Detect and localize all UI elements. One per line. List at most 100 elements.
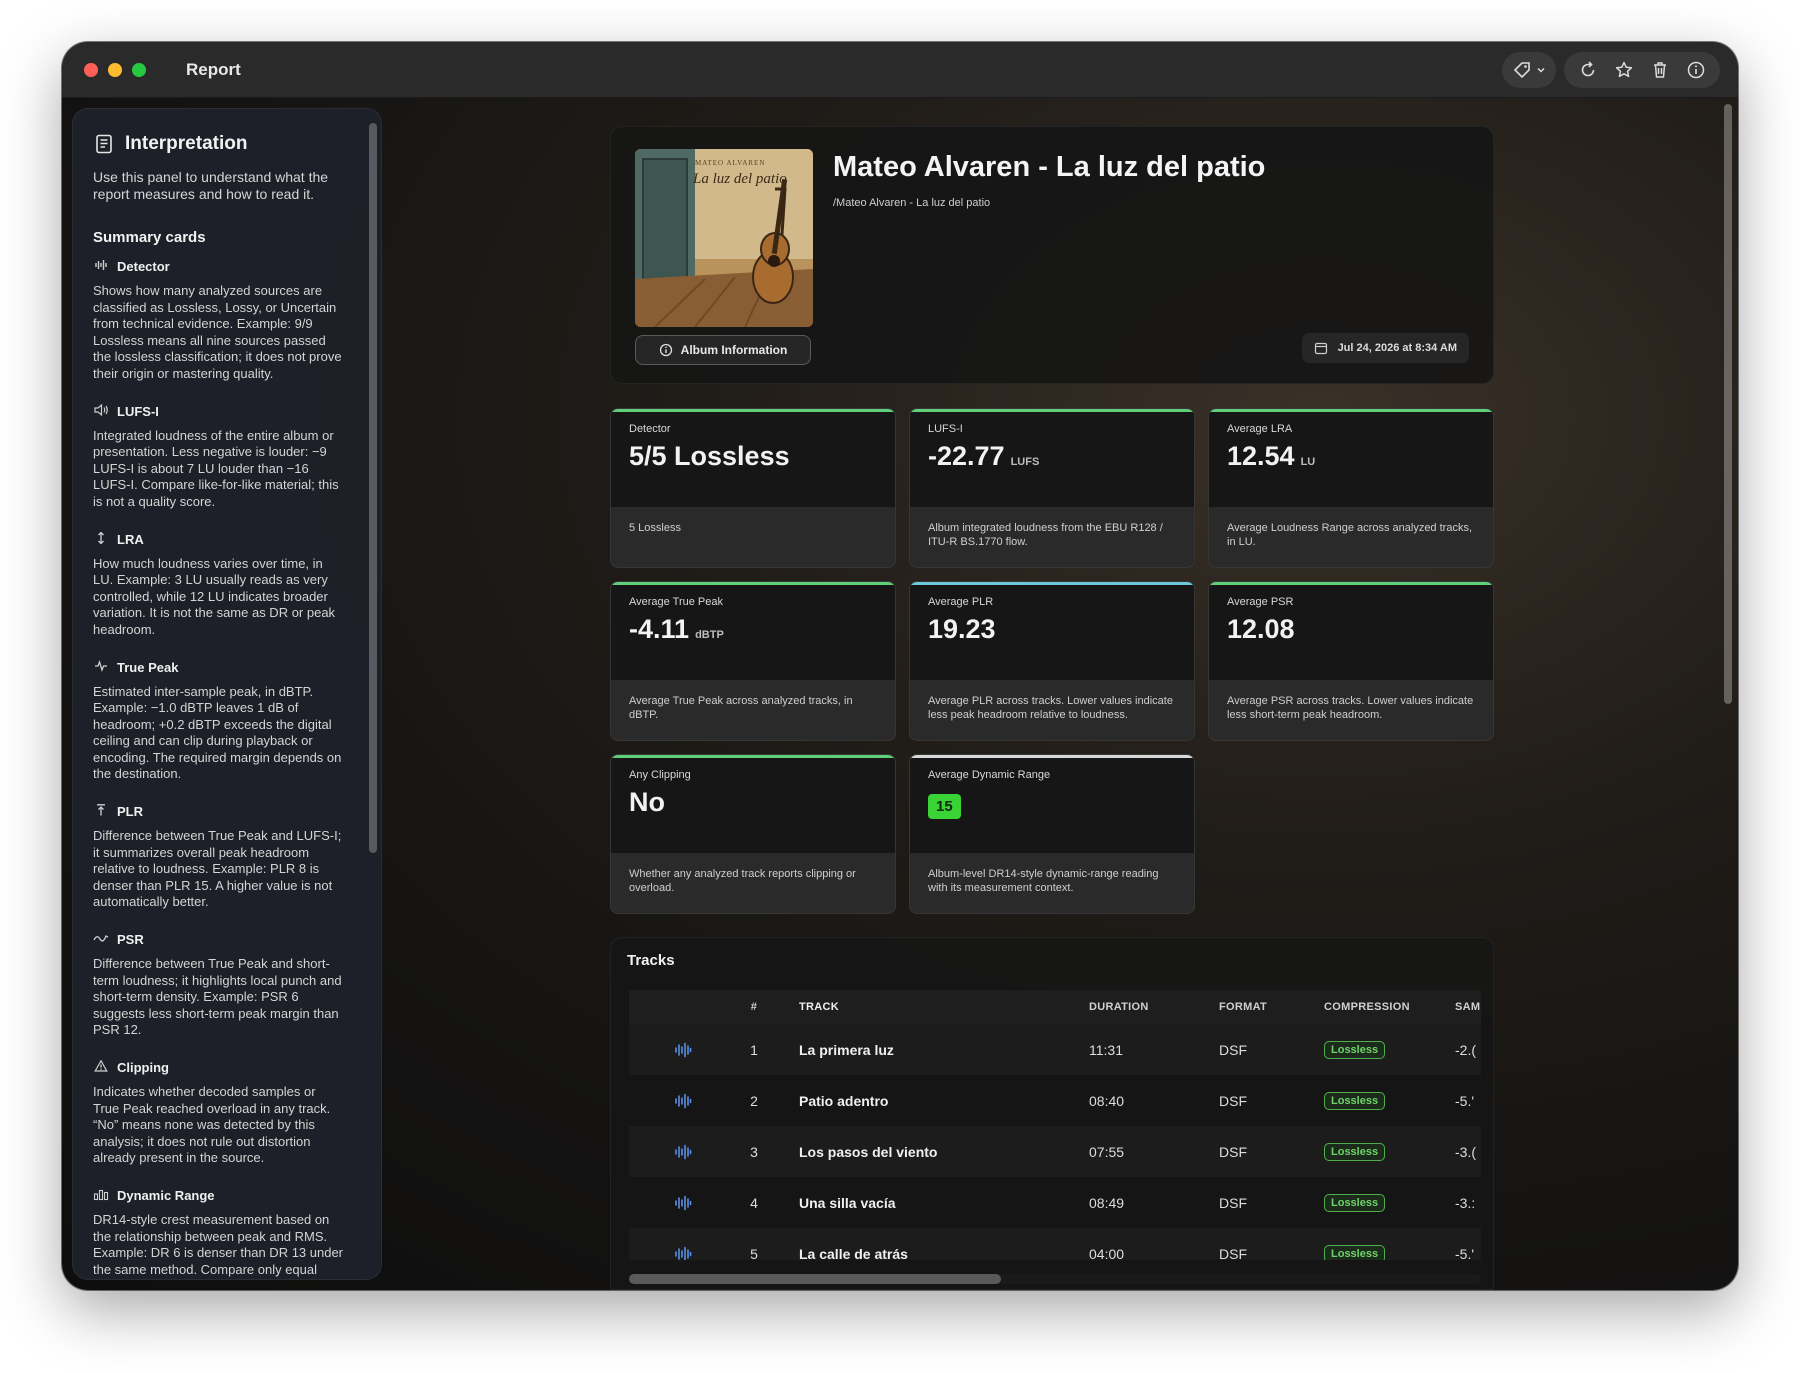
- track-compression: Lossless: [1324, 1024, 1424, 1075]
- track-compression: Lossless: [1324, 1228, 1424, 1260]
- track-duration: 07:55: [1089, 1143, 1125, 1160]
- track-duration: 08:40: [1089, 1092, 1125, 1109]
- summary-card: Average PSR 12.08 Average PSR across track…: [1208, 581, 1494, 741]
- column-track[interactable]: TRACK: [799, 990, 1059, 1024]
- card-unit: LUFS: [1010, 456, 1040, 468]
- glossary-item-title: LUFS-I: [117, 403, 159, 419]
- window-controls: [84, 62, 146, 77]
- card-description: Average PLR across tracks. Lower values …: [928, 695, 1173, 721]
- card-label: Average Dynamic Range: [928, 769, 1051, 781]
- column-sample[interactable]: SAM: [1455, 990, 1481, 1024]
- info-icon: [659, 343, 672, 357]
- action-group: [1564, 52, 1720, 88]
- track-number: 3: [750, 1143, 758, 1160]
- table-row[interactable]: 4 Una silla vacía 08:49 DSF Lossless -3.:: [629, 1177, 1481, 1228]
- card-value-row: 12.08: [1227, 614, 1295, 645]
- album-information-button[interactable]: Album Information: [635, 335, 811, 365]
- track-name: La primera luz: [799, 1041, 894, 1058]
- glossary-item-title: LRA: [117, 531, 144, 547]
- document-icon: [96, 134, 112, 154]
- glossary-item-title: True Peak: [117, 659, 179, 675]
- delete-button[interactable]: [1642, 52, 1678, 88]
- chevron-down-icon: [1537, 67, 1545, 73]
- tag-menu-button[interactable]: [1502, 52, 1556, 88]
- card-description: Average PSR across tracks. Lower values …: [1227, 695, 1474, 721]
- table-horizontal-scrollbar[interactable]: [629, 1274, 1481, 1284]
- report-date-label: Jul 24, 2026 at 8:34 AM: [1337, 342, 1457, 354]
- card-value-row: -4.11 dBTP: [629, 614, 724, 645]
- track-compression: Lossless: [1324, 1126, 1424, 1177]
- sidebar-scrollbar[interactable]: [369, 123, 377, 853]
- card-value: 19.23: [928, 614, 996, 644]
- track-number: 5: [750, 1245, 758, 1261]
- zoom-window-button[interactable]: [132, 62, 146, 77]
- waveform-icon: [93, 258, 109, 275]
- card-label: Detector: [629, 423, 671, 435]
- column-format[interactable]: FORMAT: [1219, 990, 1279, 1024]
- album-title: Mateo Alvaren - La luz del patio: [833, 151, 1266, 183]
- column-compression[interactable]: COMPRESSION: [1324, 990, 1424, 1024]
- table-row[interactable]: 5 La calle de atrás 04:00 DSF Lossless -5.': [629, 1228, 1481, 1260]
- glossary-item-text: DR14-style crest measurement based on th…: [93, 1211, 344, 1279]
- glossary-item-heading: PSR: [93, 931, 345, 948]
- calendar-icon: [1314, 342, 1327, 355]
- card-value-row: 15: [928, 787, 961, 819]
- card-description: 5 Lossless: [629, 522, 681, 534]
- track-format: DSF: [1219, 1143, 1247, 1160]
- card-value: 12.54: [1227, 441, 1295, 471]
- track-format: DSF: [1219, 1245, 1247, 1261]
- table-row[interactable]: 3 Los pasos del viento 07:55 DSF Lossless -3.…: [629, 1126, 1481, 1177]
- card-description: Average Loudness Range across analyzed t…: [1227, 522, 1472, 548]
- waveform-icon: [671, 1228, 695, 1260]
- card-label: Average LRA: [1227, 423, 1293, 435]
- track-name: La calle de atrás: [799, 1245, 908, 1261]
- scrollbar-thumb[interactable]: [629, 1274, 1001, 1284]
- album-path: /Mateo Alvaren - La luz del patio: [833, 197, 991, 209]
- track-compression: Lossless: [1324, 1177, 1424, 1228]
- glossary-item-heading: Dynamic Range: [93, 1187, 345, 1204]
- table-header: # TRACK DURATION FORMAT COMPRESSION SAM: [629, 990, 1481, 1024]
- main-scrollbar[interactable]: [1724, 104, 1732, 704]
- track-sample-peak: -2.(: [1455, 1041, 1476, 1058]
- album-information-label: Album Information: [680, 343, 788, 357]
- table-row[interactable]: 1 La primera luz 11:31 DSF Lossless -2.(: [629, 1024, 1481, 1075]
- glossary-item-heading: PLR: [93, 803, 345, 820]
- glossary-list: Detector Shows how many analyzed sources …: [93, 258, 345, 1279]
- minimize-window-button[interactable]: [108, 62, 122, 77]
- info-button[interactable]: [1678, 52, 1714, 88]
- card-description: Average True Peak across analyzed tracks…: [629, 695, 853, 721]
- card-unit: dBTP: [695, 629, 724, 641]
- glossary-item-heading: Clipping: [93, 1059, 345, 1076]
- card-value: -22.77: [928, 441, 1005, 471]
- glossary-item-text: Difference between True Peak and LUFS-I;…: [93, 828, 342, 910]
- track-format: DSF: [1219, 1092, 1247, 1109]
- table-body: 1 La primera luz 11:31 DSF Lossless -2.(2 Pati…: [629, 1024, 1481, 1260]
- close-window-button[interactable]: [84, 62, 98, 77]
- track-name: Patio adentro: [799, 1092, 889, 1109]
- table-row[interactable]: 2 Patio adentro 08:40 DSF Lossless -5.': [629, 1075, 1481, 1126]
- pulse-icon: [93, 659, 109, 676]
- glossary-item-text: Shows how many analyzed sources are clas…: [93, 283, 342, 381]
- tracks-panel: Tracks # TRACK DURATION FORMAT COMPRESSI…: [610, 937, 1494, 1290]
- column-number[interactable]: #: [739, 990, 769, 1024]
- refresh-button[interactable]: [1570, 52, 1606, 88]
- info-icon: [1687, 61, 1705, 79]
- track-compression: Lossless: [1324, 1075, 1424, 1126]
- arrows-vertical-icon: [93, 531, 109, 548]
- card-value-row: No: [629, 787, 665, 818]
- warning-triangle-icon: [93, 1059, 109, 1076]
- waveform-icon: [671, 1177, 695, 1228]
- card-unit: LU: [1300, 456, 1316, 468]
- column-duration[interactable]: DURATION: [1089, 990, 1169, 1024]
- card-value: 5/5 Lossless: [629, 441, 790, 471]
- cover-title: La luz del patio: [693, 171, 787, 187]
- card-label: Average True Peak: [629, 596, 723, 608]
- favorite-button[interactable]: [1606, 52, 1642, 88]
- track-number: 4: [750, 1194, 758, 1211]
- cover-artist: MATEO ALVAREN: [695, 159, 766, 167]
- card-value-row: 19.23: [928, 614, 996, 645]
- tag-icon: [1513, 62, 1530, 79]
- trash-icon: [1654, 62, 1666, 78]
- card-value-row: 12.54 LU: [1227, 441, 1315, 472]
- star-icon: [1615, 61, 1633, 78]
